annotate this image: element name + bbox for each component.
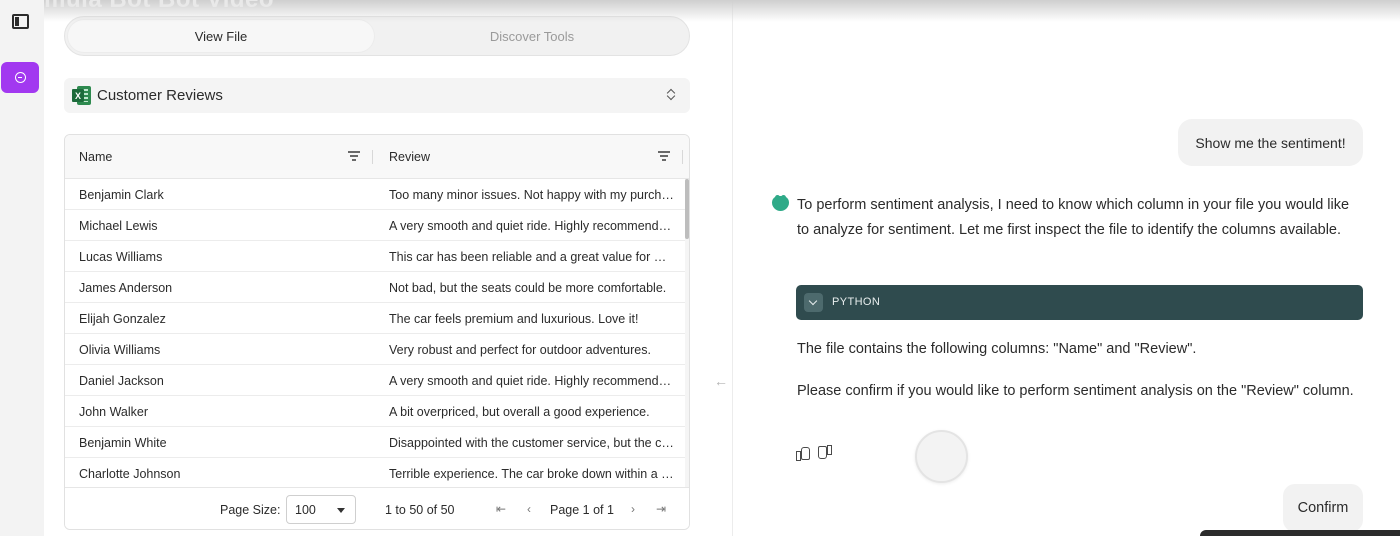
cell-name: Olivia Williams <box>79 343 161 357</box>
cell-review: Not bad, but the seats could be more com… <box>389 281 667 295</box>
row-range: 1 to 50 of 50 <box>385 503 455 517</box>
confirm-button[interactable]: Confirm <box>1283 484 1363 532</box>
table-row[interactable]: Olivia Williams Very robust and perfect … <box>65 334 685 365</box>
table-row[interactable]: Benjamin Clark Too many minor issues. No… <box>65 179 685 210</box>
filter-icon[interactable] <box>348 151 360 161</box>
cell-review: Disappointed with the customer service, … <box>389 436 675 450</box>
file-panel: View File Discover Tools X Customer Revi… <box>44 0 710 536</box>
next-page-icon[interactable]: › <box>626 501 640 517</box>
cell-review: Terrible experience. The car broke down … <box>389 467 675 481</box>
updown-chevron-icon <box>666 87 676 103</box>
column-divider[interactable] <box>682 150 683 164</box>
code-language-label: PYTHON <box>832 296 881 308</box>
grid-body: Benjamin Clark Too many minor issues. No… <box>65 179 689 487</box>
file-name: Customer Reviews <box>97 87 223 104</box>
cell-name: John Walker <box>79 405 149 419</box>
thumbs-down-icon[interactable] <box>818 446 832 460</box>
chat-nav-button[interactable] <box>1 62 39 93</box>
grid-scrollbar[interactable] <box>685 179 689 487</box>
cell-review: This car has been reliable and a great v… <box>389 250 675 264</box>
collapse-arrow-icon[interactable]: ← <box>714 373 728 389</box>
cell-review: The car feels premium and luxurious. Lov… <box>389 312 639 326</box>
cell-review: A bit overpriced, but overall a good exp… <box>389 405 650 419</box>
column-divider[interactable] <box>372 150 373 164</box>
user-message: Show me the sentiment! <box>1178 119 1363 166</box>
bot-message-intro: To perform sentiment analysis, I need to… <box>797 197 1350 238</box>
table-row[interactable]: Elijah Gonzalez The car feels premium an… <box>65 303 685 334</box>
table-row[interactable]: James Anderson Not bad, but the seats co… <box>65 272 685 303</box>
cell-name: Charlotte Johnson <box>79 467 181 481</box>
page-indicator: Page 1 of 1 <box>550 503 614 517</box>
cell-review: Too many minor issues. Not happy with my… <box>389 188 675 202</box>
last-page-icon[interactable]: ⇥ <box>654 501 668 517</box>
cell-name: Lucas Williams <box>79 250 163 264</box>
file-selector[interactable]: X Customer Reviews <box>64 78 690 113</box>
view-toggle: View File Discover Tools <box>64 16 690 56</box>
cell-name: Benjamin White <box>79 436 167 450</box>
column-header-review[interactable]: Review <box>389 150 430 164</box>
cell-name: Daniel Jackson <box>79 374 164 388</box>
cell-review: Very robust and perfect for outdoor adve… <box>389 343 651 357</box>
cell-name: Benjamin Clark <box>79 188 164 202</box>
page-size-label: Page Size: <box>220 503 281 517</box>
page-size-value: 100 <box>295 503 316 517</box>
table-row[interactable]: Lucas Williams This car has been reliabl… <box>65 241 685 272</box>
first-page-icon[interactable]: ⇤ <box>494 501 508 517</box>
bot-message-confirm: Please confirm if you would like to perf… <box>797 383 1354 399</box>
code-block-toggle[interactable]: PYTHON <box>796 285 1363 320</box>
thumbs-up-icon[interactable] <box>796 446 810 461</box>
column-header-name[interactable]: Name <box>79 150 112 164</box>
table-row[interactable]: John Walker A bit overpriced, but overal… <box>65 396 685 427</box>
excel-icon: X <box>72 86 91 105</box>
cell-review: A very smooth and quiet ride. Highly rec… <box>389 219 675 233</box>
table-row[interactable]: Michael Lewis A very smooth and quiet ri… <box>65 210 685 241</box>
table-row[interactable]: Benjamin White Disappointed with the cus… <box>65 427 685 458</box>
data-grid: Name Review Benjamin Clark Too many mino… <box>64 134 690 530</box>
cursor-highlight <box>915 430 968 483</box>
bot-message-columns: The file contains the following columns:… <box>797 341 1197 357</box>
caret-down-icon <box>337 508 345 513</box>
chat-panel: Show me the sentiment! To perform sentim… <box>733 0 1400 536</box>
tab-view-file[interactable]: View File <box>68 20 374 52</box>
prev-page-icon[interactable]: ‹ <box>522 501 536 517</box>
cell-name: Elijah Gonzalez <box>79 312 166 326</box>
left-rail <box>0 0 44 536</box>
video-title-overlay: Formula Bot Bot Video <box>4 0 274 14</box>
table-row[interactable]: Charlotte Johnson Terrible experience. T… <box>65 458 685 487</box>
cell-review: A very smooth and quiet ride. Highly rec… <box>389 374 675 388</box>
grid-header: Name Review <box>65 135 689 179</box>
chevron-down-icon <box>804 293 823 312</box>
filter-icon[interactable] <box>658 151 670 161</box>
feedback-buttons <box>796 446 836 462</box>
cell-name: Michael Lewis <box>79 219 158 233</box>
sidebar-toggle-icon[interactable] <box>12 14 29 29</box>
scrollbar-thumb[interactable] <box>685 179 689 239</box>
table-row[interactable]: Daniel Jackson A very smooth and quiet r… <box>65 365 685 396</box>
page-size-select[interactable]: 100 <box>286 495 356 524</box>
chat-bubble-icon <box>14 72 26 83</box>
grid-pagination: Page Size: 100 1 to 50 of 50 ⇤ ‹ Page 1 … <box>65 487 689 529</box>
bot-avatar-icon <box>772 195 789 212</box>
tab-discover-tools[interactable]: Discover Tools <box>379 20 685 52</box>
bottom-edge-shape <box>1200 530 1400 536</box>
cell-name: James Anderson <box>79 281 173 295</box>
